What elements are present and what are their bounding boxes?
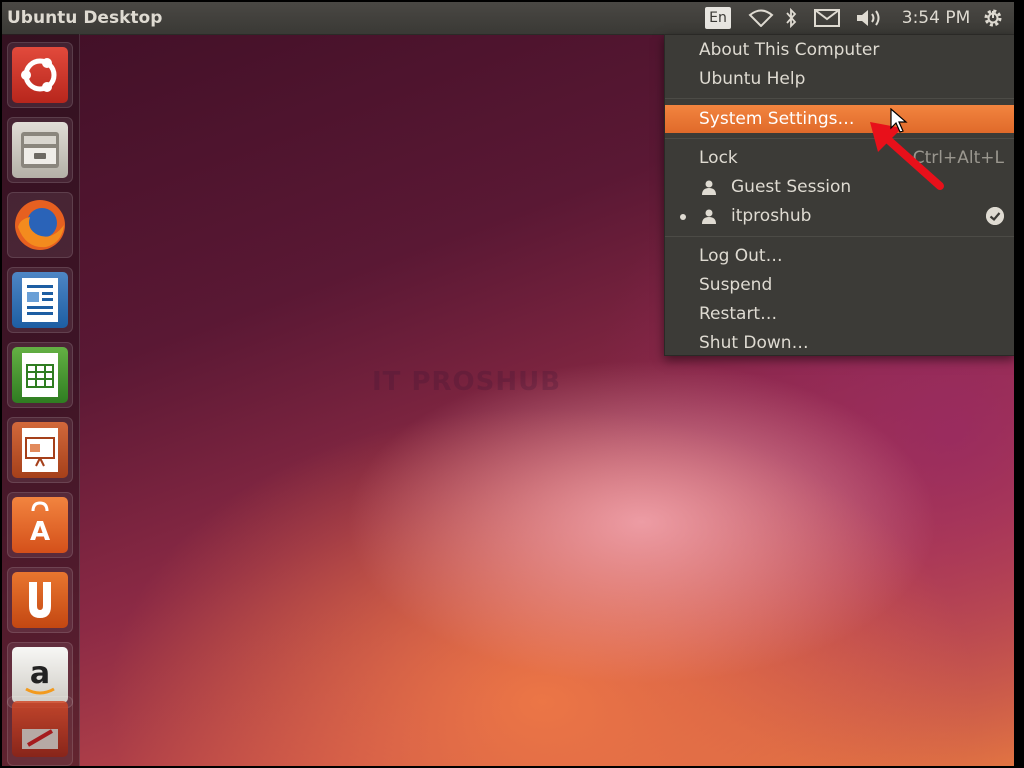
- menu-separator: [665, 236, 1014, 237]
- menu-item-suspend[interactable]: Suspend: [665, 271, 1014, 299]
- launcher: A a: [2, 34, 80, 766]
- menu-separator: [665, 98, 1014, 99]
- amazon-icon: a: [12, 647, 68, 703]
- menu-item-label: itproshub: [731, 206, 812, 226]
- menu-item-log-out[interactable]: Log Out…: [665, 242, 1014, 270]
- file-manager-icon: [12, 122, 68, 178]
- menu-item-restart[interactable]: Restart…: [665, 300, 1014, 328]
- desktop: IT PROSHUB Ubuntu Desktop En 3:54 PM A a…: [2, 2, 1014, 766]
- bluetooth-icon[interactable]: [782, 6, 800, 30]
- firefox-launcher-button[interactable]: [7, 192, 73, 258]
- calc-launcher-button[interactable]: [7, 342, 73, 408]
- menu-item-label: Suspend: [699, 275, 773, 295]
- session-menu: About This Computer Ubuntu Help System S…: [664, 34, 1014, 356]
- mouse-cursor-icon: [890, 108, 908, 133]
- menu-item-label: Log Out…: [699, 246, 783, 266]
- libreoffice-writer-icon: [12, 272, 68, 328]
- libreoffice-calc-icon: [12, 347, 68, 403]
- svg-text:a: a: [30, 656, 50, 691]
- person-icon: [702, 209, 716, 224]
- menu-item-guest-session[interactable]: Guest Session: [665, 173, 1014, 201]
- top-panel: Ubuntu Desktop En 3:54 PM: [2, 2, 1014, 35]
- software-center-launcher-button[interactable]: A: [7, 492, 73, 558]
- menu-item-lock[interactable]: Lock Ctrl+Alt+L: [665, 144, 1014, 172]
- volume-icon[interactable]: [854, 6, 886, 30]
- window-title: Ubuntu Desktop: [7, 8, 163, 28]
- menu-item-help[interactable]: Ubuntu Help: [665, 65, 1014, 93]
- person-icon: [702, 180, 716, 195]
- clock[interactable]: 3:54 PM: [900, 6, 972, 30]
- menu-item-shut-down[interactable]: Shut Down…: [665, 329, 1014, 357]
- dash-home-button[interactable]: [7, 42, 73, 108]
- menu-item-user[interactable]: itproshub: [665, 202, 1014, 230]
- menu-item-label: Lock: [699, 148, 738, 168]
- menu-item-label: Restart…: [699, 304, 778, 324]
- ubuntu-dash-icon: [12, 47, 68, 103]
- writer-launcher-button[interactable]: [7, 267, 73, 333]
- menu-item-label: Guest Session: [731, 177, 852, 197]
- impress-launcher-button[interactable]: [7, 417, 73, 483]
- active-user-bullet: [680, 214, 686, 220]
- svg-text:A: A: [30, 517, 50, 547]
- mail-icon[interactable]: [812, 6, 842, 30]
- menu-item-label: Ubuntu Help: [699, 69, 806, 89]
- menu-item-system-settings[interactable]: System Settings…: [665, 105, 1014, 133]
- firefox-icon: [12, 197, 68, 253]
- menu-item-label: System Settings…: [699, 109, 855, 129]
- menu-item-label: Shut Down…: [699, 333, 809, 353]
- watermark: IT PROSHUB: [372, 367, 562, 397]
- settings-launcher-button[interactable]: [7, 696, 73, 766]
- system-settings-icon: [12, 701, 68, 757]
- wifi-icon[interactable]: [747, 6, 775, 30]
- software-center-icon: A: [12, 497, 68, 553]
- check-icon: [986, 207, 1004, 225]
- menu-separator: [665, 138, 1014, 139]
- keyboard-layout-indicator[interactable]: En: [705, 7, 731, 29]
- ubuntu-one-icon: [12, 572, 68, 628]
- ubuntu-one-launcher-button[interactable]: [7, 567, 73, 633]
- menu-item-label: About This Computer: [699, 40, 880, 60]
- menu-item-about[interactable]: About This Computer: [665, 36, 1014, 64]
- session-menu-gear-icon[interactable]: [978, 6, 1008, 30]
- files-launcher-button[interactable]: [7, 117, 73, 183]
- libreoffice-impress-icon: [12, 422, 68, 478]
